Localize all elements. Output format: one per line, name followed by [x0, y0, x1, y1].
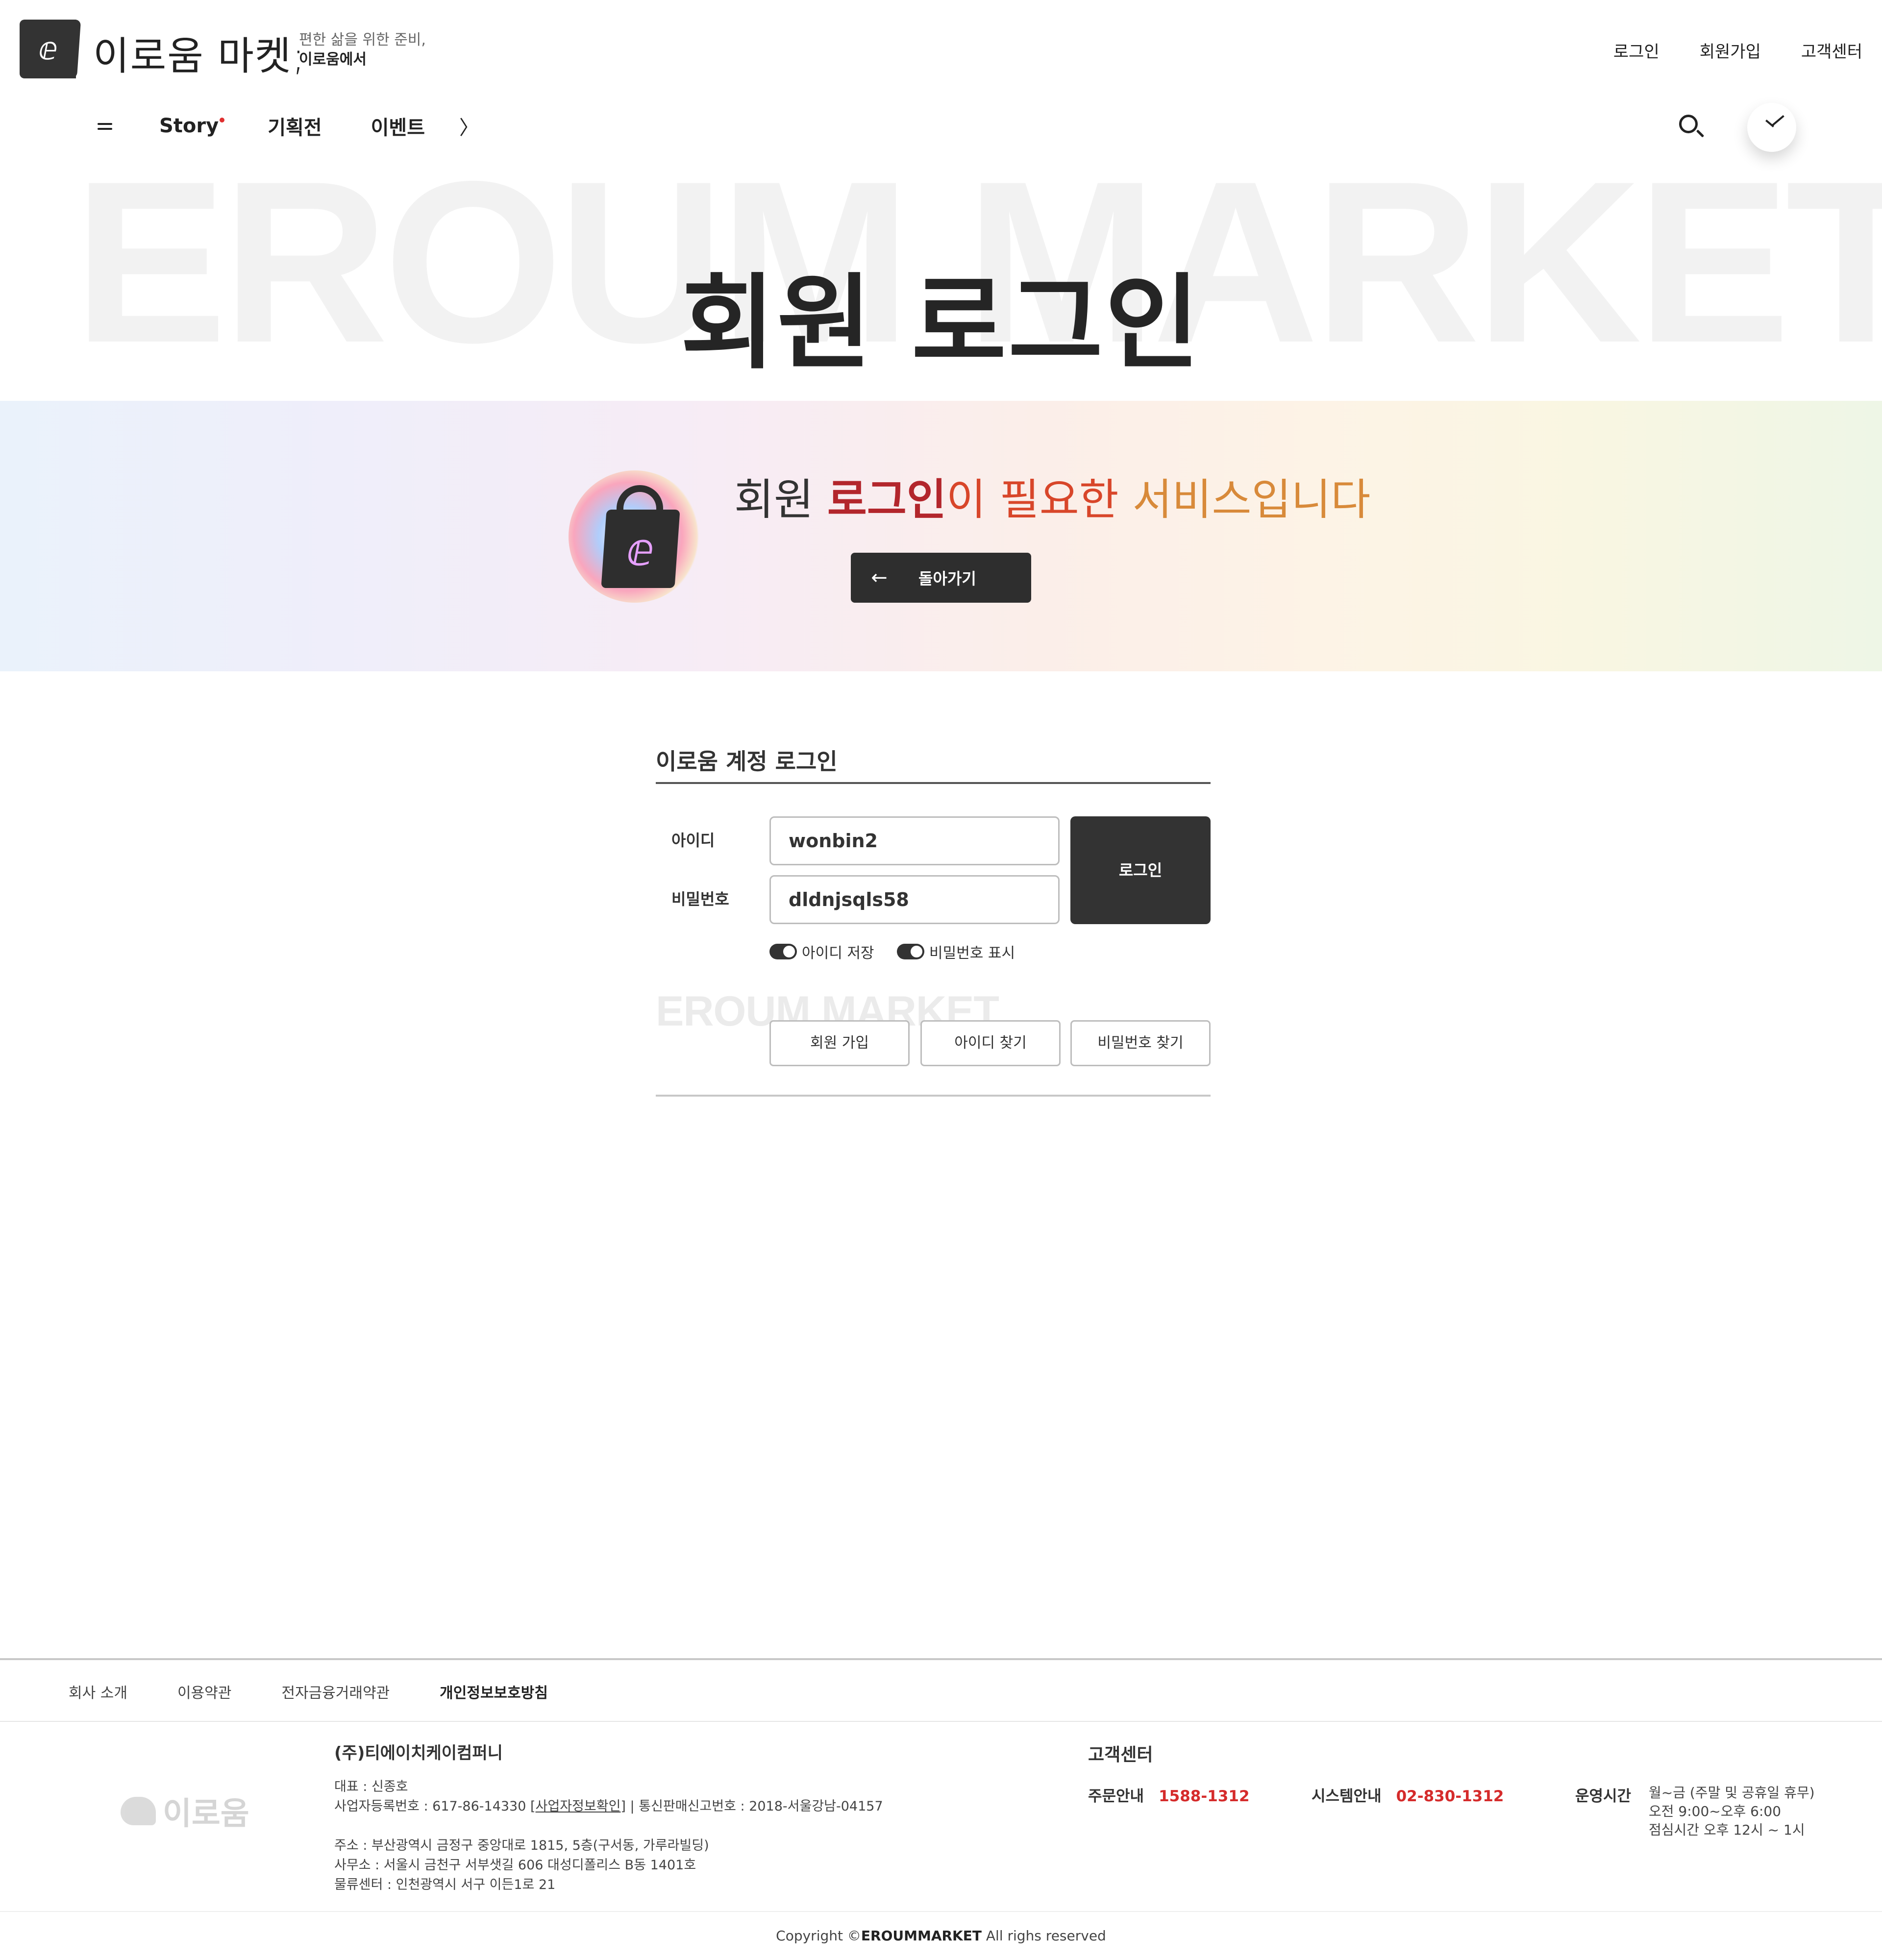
id-label: 아이디	[671, 831, 715, 850]
banner-text-3: 이 필요한	[946, 474, 1133, 525]
footer-divider	[0, 1911, 1882, 1912]
page-title: 회원 로그인	[680, 263, 1202, 383]
order-label: 주문안내	[1088, 1788, 1144, 1805]
hours-label: 운영시간	[1575, 1784, 1646, 1806]
id-input[interactable]: wonbin2	[769, 816, 1060, 865]
footer-logo-icon	[121, 1797, 156, 1825]
system-contact: 시스템안내 02-830-1312	[1312, 1784, 1504, 1806]
banner-message: 회원 로그인이 필요한 서비스입니다	[734, 473, 1370, 527]
signup-link[interactable]: 회원가입	[1700, 38, 1761, 62]
brand-name[interactable]: 이로움 마켓;	[93, 24, 306, 81]
copyright-suffix: All righs reserved	[981, 1928, 1106, 1944]
new-dot-badge	[220, 118, 225, 122]
copyright-brand: EROUMMARKET	[861, 1928, 982, 1944]
save-id-toggle[interactable]: 아이디 저장	[769, 941, 874, 962]
footer-nav: 회사 소개 이용약관 전자금융거래약관 개인정보보호방침	[69, 1681, 548, 1702]
divider	[656, 1095, 1211, 1097]
system-label: 시스템안내	[1312, 1788, 1382, 1805]
utility-nav: 로그인 회원가입 고객센터	[1613, 38, 1862, 62]
company-office: 사무소 : 서울시 금천구 서부샛길 606 대성디폴리스 B동 1401호	[334, 1858, 696, 1873]
footer-link-e-finance-terms[interactable]: 전자금융거래약관	[281, 1681, 390, 1702]
order-contact: 주문안내 1588-1312	[1088, 1784, 1250, 1806]
save-id-label: 아이디 저장	[802, 945, 874, 962]
company-logistics: 물류센터 : 인천광역시 서구 이든1로 21	[334, 1877, 556, 1892]
login-link[interactable]: 로그인	[1613, 38, 1659, 62]
footer-link-about[interactable]: 회사 소개	[69, 1681, 127, 1702]
footer-link-terms[interactable]: 이용약관	[177, 1681, 231, 1702]
toggle-switch[interactable]	[769, 944, 797, 959]
hours-line: 점심시간 오후 12시 ~ 1시	[1649, 1822, 1805, 1838]
login-required-banner	[0, 401, 1882, 671]
banner-text-2: 로그인	[827, 474, 946, 525]
find-id-button[interactable]: 아이디 찾기	[920, 1020, 1061, 1066]
order-phone[interactable]: 1588-1312	[1159, 1788, 1249, 1805]
system-phone[interactable]: 02-830-1312	[1396, 1788, 1504, 1805]
footer-logo-text: 이로움	[163, 1796, 249, 1832]
hours-line: 월~금 (주말 및 공휴일 휴무)	[1649, 1785, 1815, 1801]
brand-tagline: 편한 삶을 위한 준비, 이로움에서	[299, 30, 426, 70]
bag-logo-glyph: ⅇ	[626, 523, 654, 576]
login-form-title: 이로움 계정 로그인	[656, 740, 1211, 784]
company-name: (주)티에이치케이컴퍼니	[334, 1743, 503, 1763]
operating-hours: 월~금 (주말 및 공휴일 휴무) 오전 9:00~오후 6:00 점심시간 오…	[1649, 1784, 1815, 1839]
footer-logo: 이로움	[121, 1788, 249, 1834]
banner-text-4: 서비스입니다	[1132, 474, 1371, 525]
back-button[interactable]: ← 돌아가기	[851, 553, 1031, 603]
password-input[interactable]: dldnjsqls58	[769, 875, 1060, 924]
shopping-bag-icon: ⅇ	[569, 470, 701, 603]
customer-center: 고객센터	[1088, 1740, 1153, 1766]
footer-divider	[0, 1658, 1882, 1660]
company-info: (주)티에이치케이컴퍼니 대표 : 신종호 사업자등록번호 : 617-86-1…	[334, 1740, 883, 1895]
company-address: 주소 : 부산광역시 금정구 중앙대로 1815, 5층(구서동, 가루라빌딩)	[334, 1838, 709, 1853]
cs-title: 고객센터	[1088, 1745, 1153, 1765]
biz-reg-number: 사업자등록번호 : 617-86-14330	[334, 1799, 530, 1814]
menu-icon[interactable]	[96, 116, 115, 136]
banner-text-1: 회원	[734, 474, 827, 525]
mail-order-number: | 통신판매신고번호 : 2018-서울강남-04157	[625, 1799, 883, 1814]
login-form: 이로움 계정 로그인 아이디 wonbin2 비밀번호 dldnjsqls58 …	[656, 740, 1211, 1097]
footer-divider	[0, 1721, 1882, 1722]
show-password-label: 비밀번호 표시	[929, 945, 1015, 962]
signup-button[interactable]: 회원 가입	[769, 1020, 910, 1066]
find-password-button[interactable]: 비밀번호 찾기	[1070, 1020, 1211, 1066]
company-ceo: 대표 : 신종호	[334, 1779, 408, 1794]
tagline-line2: 이로움에서	[299, 51, 367, 68]
toggle-switch[interactable]	[897, 944, 924, 959]
password-label: 비밀번호	[671, 890, 729, 908]
arrow-left-icon: ←	[871, 566, 888, 589]
copyright: Copyright ©EROUMMARKET All righs reserve…	[0, 1928, 1882, 1944]
footer-link-privacy[interactable]: 개인정보보호방침	[440, 1681, 548, 1702]
hours-label-text: 운영시간	[1575, 1788, 1632, 1805]
brand-logo-icon: ⅇ	[38, 31, 58, 67]
hours-line: 오전 9:00~오후 6:00	[1649, 1803, 1782, 1819]
company-biz-reg: 사업자등록번호 : 617-86-14330 [사업자정보확인] | 통신판매신…	[334, 1797, 883, 1816]
tagline-line1: 편한 삶을 위한 준비,	[299, 31, 426, 49]
brand-logo[interactable]: ⅇ	[20, 20, 76, 78]
copyright-prefix: Copyright ©	[776, 1928, 861, 1944]
back-button-label: 돌아가기	[918, 569, 976, 588]
customer-center-link[interactable]: 고객센터	[1801, 38, 1862, 62]
biz-info-link[interactable]: [사업자정보확인]	[530, 1799, 626, 1814]
show-password-toggle[interactable]: 비밀번호 표시	[897, 941, 1015, 962]
login-button[interactable]: 로그인	[1070, 816, 1211, 924]
